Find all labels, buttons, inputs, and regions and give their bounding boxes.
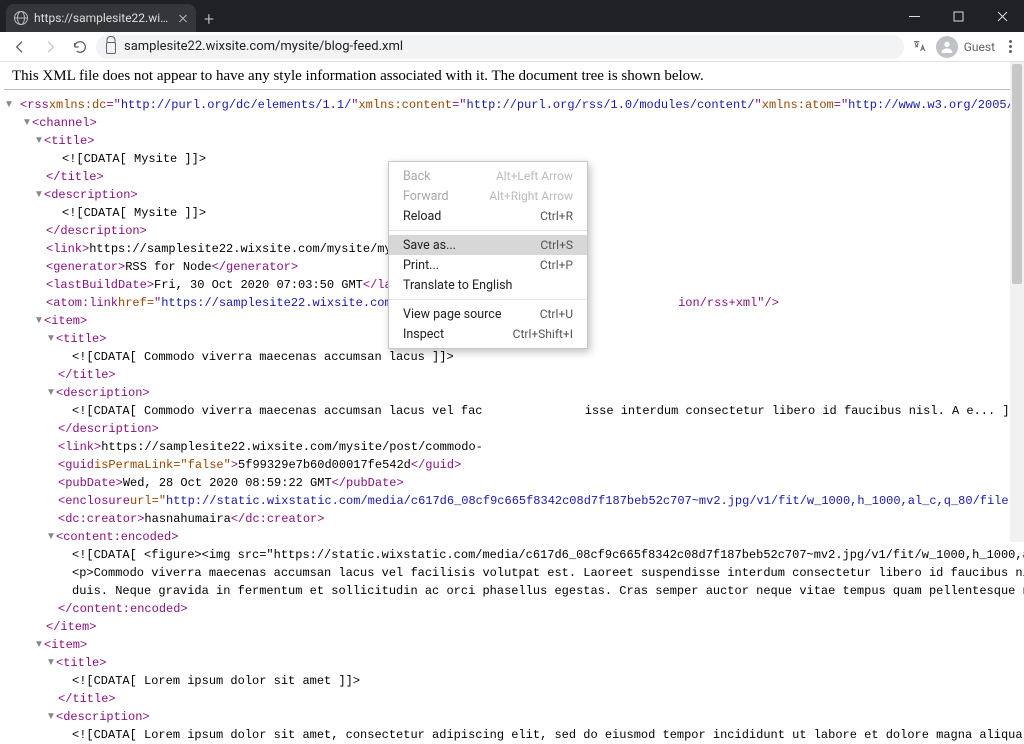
close-window-button[interactable] [980, 0, 1024, 32]
browser-tab[interactable]: https://samplesite22.wixsite.com [6, 4, 196, 32]
xml-message-bar: This XML file does not appear to have an… [4, 62, 1020, 90]
toggle-icon[interactable]: ▼ [34, 636, 44, 654]
ctx-separator [389, 230, 587, 231]
minimize-button[interactable] [892, 0, 936, 32]
toggle-icon[interactable]: ▼ [46, 708, 56, 726]
profile-avatar[interactable] [936, 36, 958, 58]
back-button[interactable] [6, 33, 34, 61]
lock-icon [106, 42, 116, 54]
browser-tab-bar: https://samplesite22.wixsite.com + [0, 0, 1024, 32]
ctx-save-as[interactable]: Save as...Ctrl+S [389, 235, 587, 255]
toggle-icon[interactable]: ▼ [34, 186, 44, 204]
address-bar: samplesite22.wixsite.com/mysite/blog-fee… [0, 32, 1024, 62]
ctx-forward[interactable]: ForwardAlt+Right Arrow [389, 186, 587, 206]
toggle-icon[interactable]: ▼ [46, 654, 56, 672]
context-menu: BackAlt+Left Arrow ForwardAlt+Right Arro… [388, 161, 588, 349]
url-text: samplesite22.wixsite.com/mysite/blog-fee… [124, 39, 403, 54]
globe-icon [14, 11, 28, 25]
window-controls [892, 0, 1024, 32]
toggle-icon[interactable]: ▼ [46, 384, 56, 402]
scrollbar-thumb[interactable] [1012, 64, 1022, 284]
toggle-icon[interactable]: ▼ [34, 132, 44, 150]
toggle-icon[interactable]: ▼ [22, 114, 32, 132]
ctx-reload[interactable]: ReloadCtrl+R [389, 206, 587, 226]
reload-button[interactable] [66, 33, 94, 61]
toggle-icon[interactable]: ▼ [34, 312, 44, 330]
ctx-separator [389, 299, 587, 300]
toggle-icon[interactable]: ▼ [4, 96, 14, 114]
ctx-inspect[interactable]: InspectCtrl+Shift+I [389, 324, 587, 344]
ctx-print[interactable]: Print...Ctrl+P [389, 255, 587, 275]
tab-title: https://samplesite22.wixsite.com [34, 11, 172, 25]
ctx-back[interactable]: BackAlt+Left Arrow [389, 166, 587, 186]
guest-label: Guest [964, 40, 995, 54]
browser-menu-button[interactable] [1003, 40, 1018, 53]
toggle-icon[interactable]: ▼ [46, 330, 56, 348]
ctx-view-source[interactable]: View page sourceCtrl+U [389, 304, 587, 324]
toggle-icon[interactable]: ▼ [46, 528, 56, 546]
vertical-scrollbar[interactable] [1010, 62, 1024, 542]
new-tab-button[interactable]: + [196, 6, 222, 32]
url-box[interactable]: samplesite22.wixsite.com/mysite/blog-fee… [96, 35, 904, 59]
maximize-button[interactable] [936, 0, 980, 32]
translate-icon[interactable] [906, 33, 934, 61]
close-tab-icon[interactable] [178, 13, 188, 23]
forward-button[interactable] [36, 33, 64, 61]
ctx-translate[interactable]: Translate to English [389, 275, 587, 295]
